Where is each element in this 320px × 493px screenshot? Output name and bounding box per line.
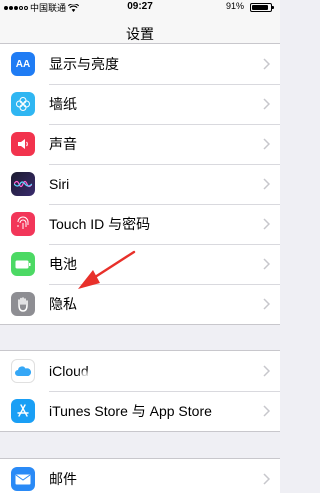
annotation-arrow-icon [78, 250, 136, 289]
